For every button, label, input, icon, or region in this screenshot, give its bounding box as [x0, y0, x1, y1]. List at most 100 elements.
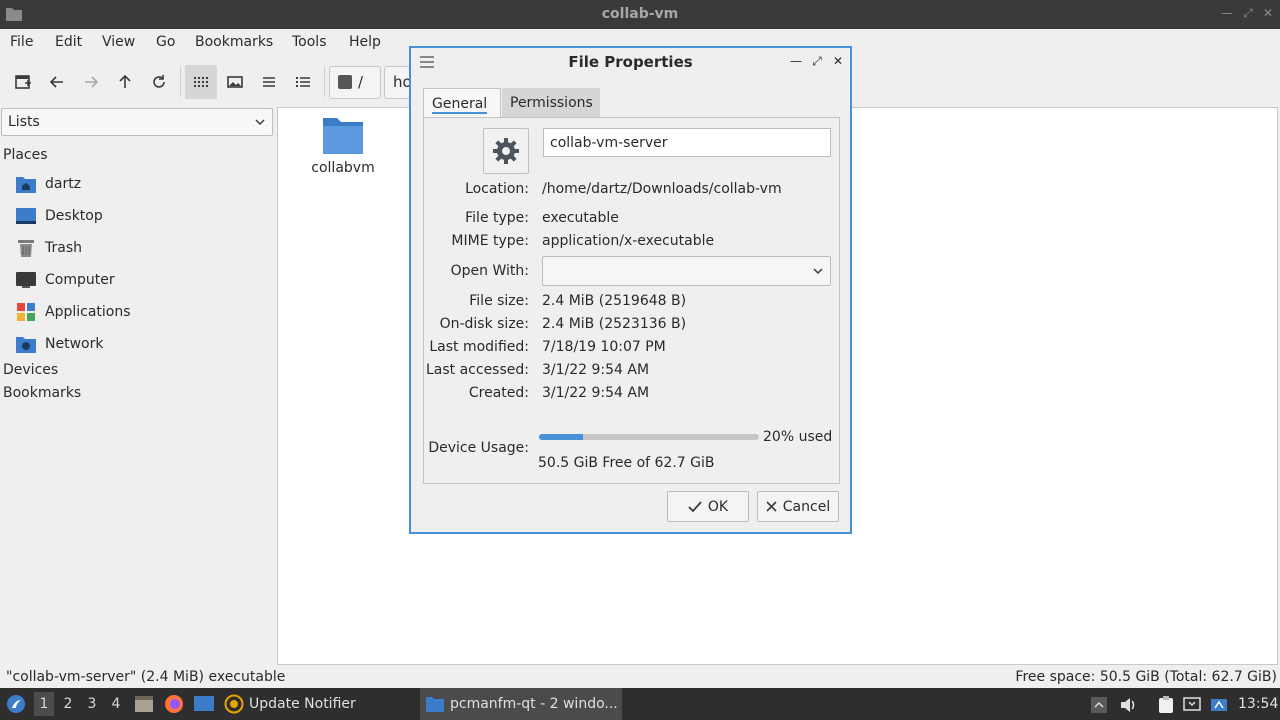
sidebar-mode-select[interactable]: Lists — [1, 108, 273, 136]
workspace-4[interactable]: 4 — [106, 696, 126, 712]
file-type-label: File type: — [465, 210, 529, 226]
sidebar-item-computer[interactable]: Computer — [16, 268, 266, 292]
network-tray-icon[interactable] — [1210, 696, 1228, 714]
sidebar-item-label: Desktop — [45, 208, 103, 224]
path-root-button[interactable]: / — [329, 66, 381, 99]
menu-view[interactable]: View — [102, 34, 135, 50]
cancel-label: Cancel — [782, 498, 831, 515]
device-usage-bar — [539, 434, 759, 440]
path-segment-button[interactable]: ho — [384, 66, 410, 99]
minimize-icon[interactable]: — — [788, 53, 804, 69]
file-manager-launcher-icon[interactable] — [134, 695, 154, 713]
clipboard-icon[interactable] — [1157, 696, 1175, 714]
menu-file[interactable]: File — [10, 34, 33, 50]
network-icon — [16, 334, 36, 354]
show-desktop-icon[interactable] — [194, 695, 214, 713]
tray-arrow-icon[interactable] — [1090, 696, 1108, 714]
maximize-icon[interactable]: ⤢ — [809, 53, 825, 69]
last-modified-label: Last modified: — [429, 339, 529, 355]
volume-icon[interactable] — [1119, 696, 1137, 714]
file-item[interactable]: collabvm — [308, 116, 378, 176]
file-name-input[interactable] — [543, 128, 831, 157]
screen-icon[interactable] — [1183, 696, 1201, 714]
close-icon[interactable]: ✕ — [830, 53, 846, 69]
device-usage-percent: 20% used — [763, 429, 833, 445]
sidebar-item-desktop[interactable]: Desktop — [16, 204, 266, 228]
sidebar-item-trash[interactable]: Trash — [16, 236, 266, 260]
task-pcmanfm[interactable]: pcmanfm-qt - 2 windo... — [420, 688, 622, 720]
window-titlebar[interactable]: collab-vm — ⤢ ✕ — [0, 0, 1280, 29]
devices-heading[interactable]: Devices — [3, 362, 58, 378]
folder-icon — [426, 697, 444, 712]
tab-label: General — [432, 96, 488, 114]
sidebar-item-label: Network — [45, 336, 104, 352]
detailed-list-icon[interactable] — [287, 65, 319, 99]
path-root-label: / — [358, 73, 364, 91]
file-size-label: File size: — [469, 293, 529, 309]
location-label: Location: — [465, 181, 529, 197]
open-with-select[interactable] — [542, 256, 831, 286]
cancel-x-icon — [766, 501, 777, 512]
sidebar-item-network[interactable]: Network — [16, 332, 266, 356]
on-disk-size-label: On-disk size: — [439, 316, 529, 332]
last-accessed-label: Last accessed: — [425, 362, 529, 378]
last-accessed-value: 3/1/22 9:54 AM — [542, 362, 650, 378]
sidebar-item-label: Applications — [45, 304, 131, 320]
reload-icon[interactable] — [143, 65, 175, 99]
new-tab-icon[interactable] — [7, 65, 39, 99]
task-update-notifier[interactable]: Update Notifier — [224, 688, 356, 720]
workspace-2[interactable]: 2 — [58, 696, 78, 712]
menu-bookmarks[interactable]: Bookmarks — [195, 34, 273, 50]
thumbnail-view-icon[interactable] — [219, 65, 251, 99]
sidebar-item-home[interactable]: dartz — [16, 172, 266, 196]
menu-edit[interactable]: Edit — [55, 34, 82, 50]
location-value: /home/dartz/Downloads/collab-vm — [542, 181, 782, 197]
file-item-label: collabvm — [311, 160, 375, 176]
ok-button[interactable]: OK — [667, 491, 749, 522]
dialog-title: File Properties — [568, 53, 693, 71]
change-icon-button[interactable] — [483, 128, 529, 174]
sidebar-item-applications[interactable]: Applications — [16, 300, 266, 324]
task-label: Update Notifier — [249, 696, 356, 712]
tab-permissions[interactable]: Permissions — [502, 88, 600, 118]
device-free-text: 50.5 GiB Free of 62.7 GiB — [538, 455, 715, 471]
forward-icon[interactable] — [75, 65, 107, 99]
sidebar-item-label: Trash — [45, 240, 82, 256]
gear-icon — [493, 138, 519, 164]
menu-help[interactable]: Help — [349, 34, 381, 50]
created-value: 3/1/22 9:54 AM — [542, 385, 650, 401]
sidebar: Lists Places dartz Desktop Trash Compute… — [0, 107, 276, 665]
tab-general[interactable]: General — [423, 88, 501, 118]
firefox-icon[interactable] — [164, 694, 184, 714]
workspace-1[interactable]: 1 — [34, 692, 54, 716]
menu-tools[interactable]: Tools — [292, 34, 327, 50]
close-icon[interactable]: ✕ — [1260, 5, 1276, 21]
up-icon[interactable] — [109, 65, 141, 99]
icon-view-icon[interactable] — [185, 65, 217, 99]
file-type-value: executable — [542, 210, 619, 226]
file-size-value: 2.4 MiB (2519648 B) — [542, 293, 687, 309]
cancel-button[interactable]: Cancel — [757, 491, 839, 522]
compact-view-icon[interactable] — [253, 65, 285, 99]
back-icon[interactable] — [41, 65, 73, 99]
toolbar-separator — [324, 67, 325, 97]
start-menu-icon[interactable] — [6, 694, 26, 714]
maximize-icon[interactable]: ⤢ — [1240, 5, 1256, 21]
clock[interactable]: 13:54 — [1238, 696, 1278, 712]
mime-type-value: application/x-executable — [542, 233, 715, 249]
chevron-down-icon — [813, 268, 823, 275]
dialog-titlebar[interactable]: File Properties — ⤢ ✕ — [411, 48, 850, 76]
device-usage-label: Device Usage: — [428, 440, 529, 456]
file-properties-dialog: File Properties — ⤢ ✕ General Permission… — [409, 46, 852, 534]
workspace-3[interactable]: 3 — [82, 696, 102, 712]
drive-icon — [338, 75, 352, 89]
last-modified-value: 7/18/19 10:07 PM — [542, 339, 666, 355]
applications-icon — [16, 302, 36, 322]
computer-icon — [16, 270, 36, 290]
status-selection: "collab-vm-server" (2.4 MiB) executable — [6, 669, 286, 685]
chevron-down-icon — [255, 119, 265, 126]
menu-go[interactable]: Go — [156, 34, 175, 50]
minimize-icon[interactable]: — — [1219, 5, 1235, 21]
sidebar-item-label: dartz — [45, 176, 82, 192]
bookmarks-heading[interactable]: Bookmarks — [3, 385, 81, 401]
